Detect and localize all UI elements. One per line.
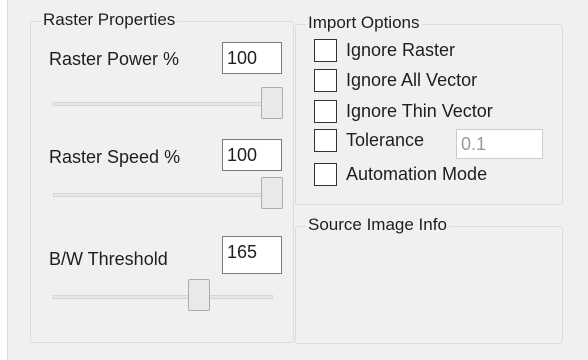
ignore-thin-vector-label[interactable]: Ignore Thin Vector [346, 99, 493, 123]
automation-mode-label[interactable]: Automation Mode [346, 162, 487, 186]
source-image-info-group: Source Image Info [295, 215, 563, 344]
ignore-all-vector-label[interactable]: Ignore All Vector [346, 68, 477, 92]
ignore-raster-checkbox[interactable] [314, 39, 337, 62]
import-options-legend: Import Options [306, 13, 422, 33]
tolerance-label[interactable]: Tolerance [346, 128, 424, 152]
raster-properties-group: Raster Properties Raster Power % 100 Ras… [30, 10, 294, 343]
bw-threshold-label: B/W Threshold [49, 249, 168, 269]
automation-mode-checkbox[interactable] [314, 163, 337, 186]
import-options-group: Import Options Ignore Raster Ignore All … [295, 13, 563, 205]
ignore-raster-label[interactable]: Ignore Raster [346, 38, 455, 62]
ignore-thin-vector-checkbox[interactable] [314, 100, 337, 123]
raster-speed-input[interactable]: 100 [222, 139, 282, 171]
bw-threshold-slider-thumb[interactable] [188, 279, 210, 311]
raster-power-slider-track[interactable] [53, 102, 269, 106]
raster-speed-slider-thumb[interactable] [261, 177, 283, 209]
source-image-info-legend: Source Image Info [306, 215, 449, 235]
bw-threshold-input[interactable]: 165 [222, 236, 282, 274]
tolerance-input[interactable]: 0.1 [456, 129, 543, 159]
raster-power-input[interactable]: 100 [222, 42, 282, 74]
raster-power-label: Raster Power % [49, 49, 180, 69]
ignore-all-vector-checkbox[interactable] [314, 69, 337, 92]
raster-power-slider-thumb[interactable] [261, 87, 283, 119]
settings-panel: Raster Properties Raster Power % 100 Ras… [7, 0, 588, 360]
bw-threshold-slider-track[interactable] [53, 295, 273, 299]
raster-speed-slider-track[interactable] [53, 193, 269, 197]
raster-properties-legend: Raster Properties [41, 10, 178, 30]
tolerance-checkbox[interactable] [314, 129, 337, 152]
raster-speed-label: Raster Speed % [49, 147, 181, 167]
